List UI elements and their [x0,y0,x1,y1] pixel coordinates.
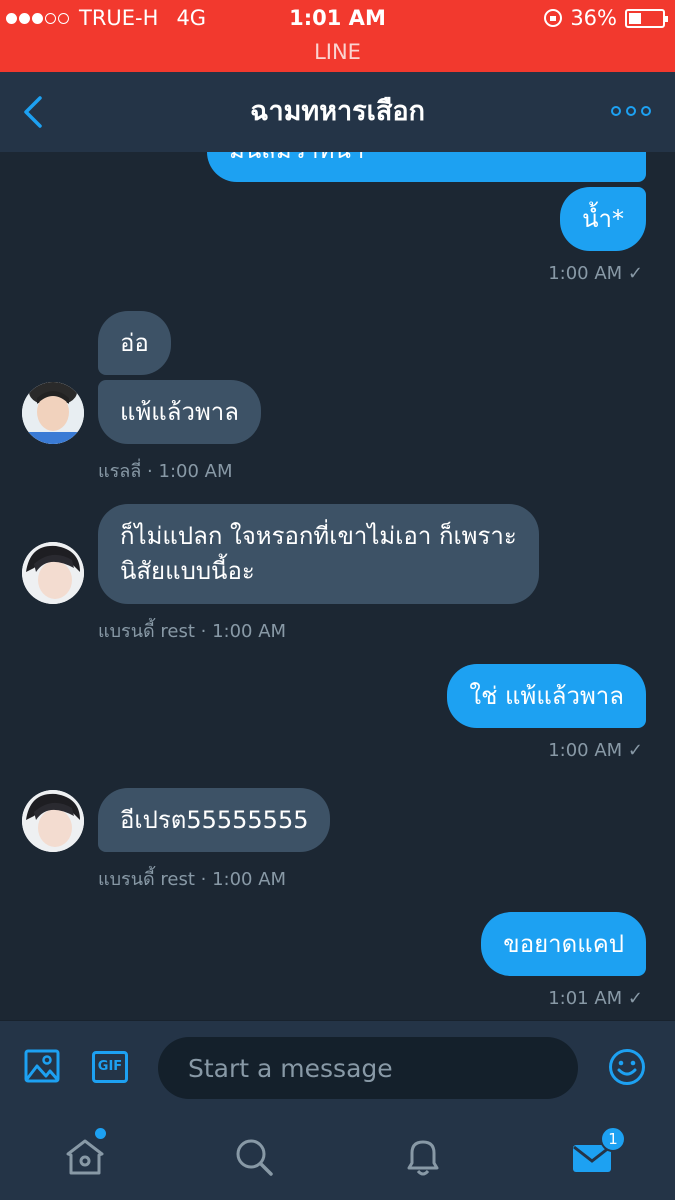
notification-dot [95,1128,106,1139]
battery-level [629,12,641,24]
message-meta: 1:00 AM ✓ [548,740,643,761]
message-list[interactable]: มนสมวาทนา น้ำ* 1:00 AM ✓ อ่อ แพ้แล้วพาล … [0,152,675,1020]
image-icon[interactable] [24,1049,60,1083]
outgoing-message[interactable]: ใช่ แพ้แล้วพาล [447,664,646,728]
message-meta: แรลลี่ · 1:00 AM [98,461,233,482]
message-meta: 1:01 AM ✓ [548,988,643,1009]
outgoing-message[interactable]: มนสมวาทนา [207,152,646,182]
message-text: ก็ไม่แปลก ใจหรอกที่เขาไม่เอา ก็เพราะ [120,522,517,550]
conversation-header: ฉามทหารเสือก [0,72,675,152]
message-text: นิสัยแบบนี้อะ [120,557,255,585]
avatar[interactable] [22,542,84,604]
message-text: อีเปรต55555555 [120,806,309,834]
incoming-message[interactable]: อีเปรต55555555 [98,788,331,852]
incoming-message[interactable]: อ่อ [98,311,171,375]
message-meta: แบรนดี้ rest · 1:00 AM [98,621,287,642]
message-text: น้ำ* [582,205,624,233]
message-text: มนสมวาทนา [229,152,364,164]
battery-icon [625,8,668,28]
incoming-message[interactable]: ก็ไม่แปลก ใจหรอกที่เขาไม่เอา ก็เพราะ นิส… [98,504,539,604]
battery-percent: 36% [570,6,617,30]
outgoing-message[interactable]: น้ำ* [560,187,646,251]
message-meta: แบรนดี้ rest · 1:00 AM [98,869,287,890]
message-input[interactable] [158,1037,578,1099]
messages-badge: 1 [600,1126,626,1152]
incoming-message[interactable]: แพ้แล้วพาล [98,380,261,444]
rotation-lock-icon [544,9,563,27]
app-label: LINE [314,40,361,64]
more-icon[interactable] [611,106,651,116]
message-meta: 1:00 AM ✓ [548,263,643,284]
message-text: ใช่ แพ้แล้วพาล [469,682,624,710]
gif-icon[interactable]: GIF [92,1051,128,1083]
conversation-title: ฉามทหารเสือก [250,96,425,127]
message-text: ขอยาดแคป [503,930,624,958]
search-icon[interactable] [232,1135,276,1179]
status-bar: TRUE-H 4G 1:01 AM 36% LINE [0,0,675,72]
message-text: แพ้แล้วพาล [120,398,239,426]
home-icon[interactable] [63,1135,107,1179]
outgoing-message[interactable]: ขอยาดแคป [481,912,646,976]
message-composer: GIF [0,1020,675,1115]
bell-icon[interactable] [401,1135,445,1179]
message-text: อ่อ [120,329,149,357]
avatar[interactable] [22,382,84,444]
avatar[interactable] [22,790,84,852]
emoji-icon[interactable] [608,1048,646,1086]
